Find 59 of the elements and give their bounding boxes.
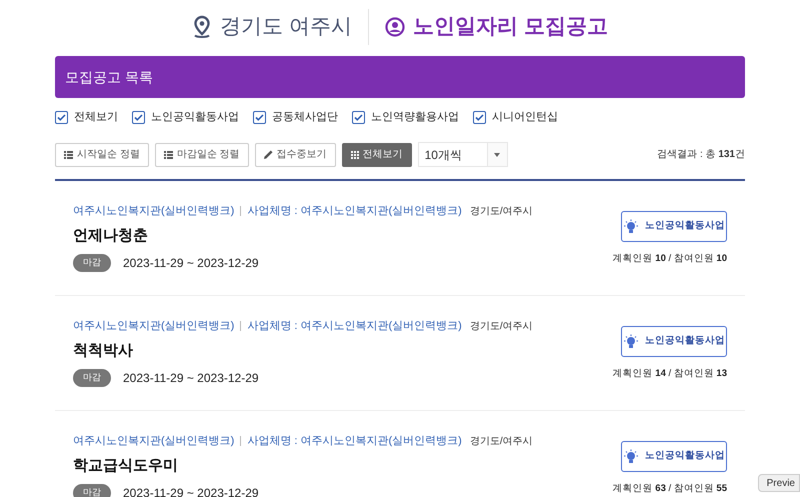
business-name: 사업체명 : 여주시노인복지관(실버인력뱅크) [247,204,462,219]
pencil-icon [264,150,273,159]
filter-label: 시니어인턴십 [492,110,558,125]
posting-title[interactable]: 학교급식도우미 [73,455,613,478]
toolbar-button[interactable]: 전체보기 [342,142,412,166]
check-icon [57,114,66,120]
filter-label: 공동체사업단 [272,110,338,125]
person-circle-icon [385,17,405,37]
check-icon [475,114,484,120]
filter-checkbox[interactable] [55,110,68,124]
page-title: 노인일자리 모집공고 [413,14,608,40]
lightbulb-icon [623,334,639,350]
toolbar-button[interactable]: 시작일순 정렬 [55,142,149,166]
category-badge: 노인공익활동사업 [621,211,727,242]
status-badge: 마감 [73,368,111,386]
period-text: 2023-11-29 ~ 2023-12-29 [123,484,259,497]
panel-header: 모집공고 목록 [55,56,745,98]
organization-link[interactable]: 여주시노인복지관(실버인력뱅크) [73,318,234,334]
headcount-text: 계획인원 10 / 참여인원 10 [612,252,727,266]
tooltip: Previe [758,474,800,492]
status-badge: 마감 [73,254,111,272]
filter-checkbox[interactable] [253,110,266,124]
region-text: 경기도/여주시 [470,204,533,218]
toolbar-button[interactable]: 마감일순 정렬 [154,142,249,166]
organization-link[interactable]: 여주시노인복지관(실버인력뱅크) [73,202,234,220]
filter-checkbox[interactable] [473,110,486,124]
filter-checkbox[interactable] [132,110,145,124]
location-text: 경기도 여주시 [220,14,352,40]
business-name: 사업체명 : 여주시노인복지관(실버인력뱅크) [247,318,462,334]
filter-checkbox[interactable] [352,110,365,124]
category-badge: 노인공익활동사업 [621,326,727,357]
result-count: 검색결과 : 총 131건 [657,148,745,162]
lightbulb-icon [623,218,639,234]
headcount-text: 계획인원 14 / 참여인원 13 [612,367,727,381]
list-icon [64,150,73,158]
grid-icon [350,150,359,158]
category-badge: 노인공익활동사업 [621,441,727,472]
region-text: 경기도/여주시 [470,434,533,448]
check-icon [255,114,264,120]
caret-icon [494,152,500,156]
check-icon [354,114,363,120]
posting-title[interactable]: 척척박사 [73,340,613,362]
filter-label: 전체보기 [74,110,118,125]
period-text: 2023-11-29 ~ 2023-12-29 [123,254,259,272]
headcount-text: 계획인원 63 / 참여인원 55 [612,482,727,496]
filter-label: 노인공익활동사업 [151,110,239,125]
location-pin-icon [192,15,212,39]
organization-link[interactable]: 여주시노인복지관(실버인력뱅크) [73,432,234,450]
page-size-select[interactable]: 10개씩 [418,142,508,167]
region-text: 경기도/여주시 [470,320,533,334]
filter-label: 노인역량활용사업 [371,110,459,125]
lightbulb-icon [623,448,639,464]
status-badge: 마감 [73,484,111,497]
check-icon [134,114,143,120]
period-text: 2023-11-29 ~ 2023-12-29 [123,370,259,386]
posting-title[interactable]: 언제나청춘 [73,225,613,248]
list-icon [164,150,173,158]
business-name: 사업체명 : 여주시노인복지관(실버인력뱅크) [247,434,462,449]
toolbar-button[interactable]: 접수중보기 [254,142,336,166]
